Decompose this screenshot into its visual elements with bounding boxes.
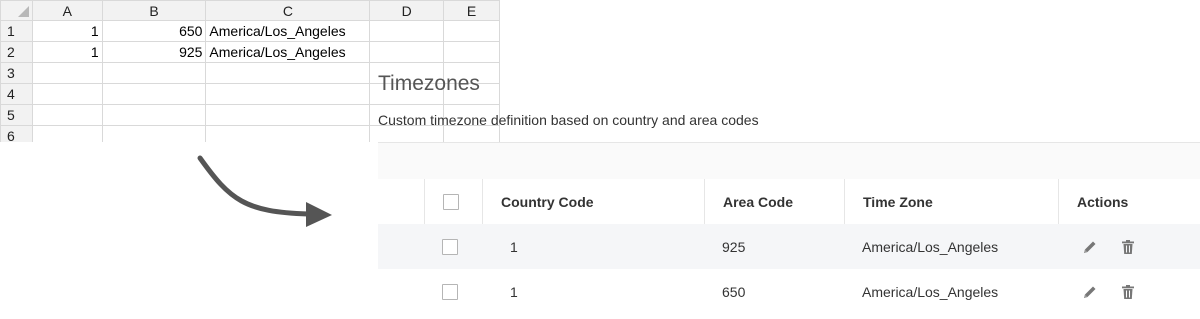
- area-code-cell: 650: [722, 283, 746, 300]
- column-header-b[interactable]: B: [101, 0, 207, 21]
- cell-d2[interactable]: [369, 41, 445, 63]
- row-header[interactable]: 6: [0, 125, 33, 142]
- cell-e1[interactable]: [443, 20, 500, 42]
- row-select-cell: [424, 269, 482, 314]
- cell-a1[interactable]: 1: [31, 20, 103, 42]
- cell-a3[interactable]: [31, 62, 103, 84]
- area-code-cell: 925: [722, 238, 746, 255]
- select-all-icon: [17, 6, 29, 17]
- row-checkbox[interactable]: [442, 283, 458, 300]
- cell-b3[interactable]: [101, 62, 207, 84]
- column-header-row: A B C D E: [0, 0, 500, 21]
- cell-a4[interactable]: [31, 83, 103, 105]
- column-header-country-code[interactable]: Country Code: [482, 179, 704, 224]
- country-code-cell: 1: [510, 238, 518, 255]
- time-zone-cell: America/Los_Angeles: [862, 238, 999, 255]
- cell-a5[interactable]: [31, 104, 103, 126]
- sheet-row: 1 1 650 America/Los_Angeles: [0, 20, 500, 42]
- cell-c6[interactable]: [205, 125, 371, 142]
- cell-b5[interactable]: [101, 104, 207, 126]
- pencil-icon[interactable]: [1082, 284, 1098, 300]
- select-all-checkbox[interactable]: [443, 193, 459, 210]
- cell-e2[interactable]: [443, 41, 500, 63]
- country-code-cell: 1: [510, 283, 518, 300]
- blank-cell: [378, 224, 424, 269]
- row-header[interactable]: 4: [0, 83, 33, 105]
- page-title: Timezones: [378, 72, 480, 95]
- cell-a6[interactable]: [31, 125, 103, 142]
- column-header-actions: Actions: [1058, 179, 1200, 224]
- blank-column-header: [378, 179, 424, 224]
- cell-b1[interactable]: 650: [101, 20, 207, 42]
- blank-cell: [378, 269, 424, 314]
- row-select-cell: [424, 224, 482, 269]
- cell-c3[interactable]: [205, 62, 371, 84]
- table-toolbar: [378, 142, 1200, 180]
- trash-icon[interactable]: [1120, 284, 1136, 300]
- row-header[interactable]: 3: [0, 62, 33, 84]
- row-header[interactable]: 1: [0, 20, 33, 42]
- page-subtitle: Custom timezone definition based on coun…: [378, 112, 759, 128]
- cell-b2[interactable]: 925: [101, 41, 207, 63]
- column-header-e[interactable]: E: [443, 0, 500, 21]
- row-header[interactable]: 5: [0, 104, 33, 126]
- cell-b6[interactable]: [101, 125, 207, 142]
- column-header-a[interactable]: A: [31, 0, 103, 21]
- select-all-cell: [424, 179, 482, 224]
- cell-a2[interactable]: 1: [31, 41, 103, 63]
- actions-cell: [1058, 269, 1200, 314]
- cell-c5[interactable]: [205, 104, 371, 126]
- actions-cell: [1058, 224, 1200, 269]
- sheet-row: 2 1 925 America/Los_Angeles: [0, 41, 500, 63]
- timezones-table: Country Code Area Code Time Zone Actions…: [378, 179, 1200, 314]
- column-header-c[interactable]: C: [205, 0, 371, 21]
- table-row: 1 925 America/Los_Angeles: [378, 224, 1200, 269]
- cell-c4[interactable]: [205, 83, 371, 105]
- column-header-d[interactable]: D: [369, 0, 445, 21]
- trash-icon[interactable]: [1120, 239, 1136, 255]
- row-header[interactable]: 2: [0, 41, 33, 63]
- cell-c1[interactable]: America/Los_Angeles: [205, 20, 371, 42]
- table-header-row: Country Code Area Code Time Zone Actions: [378, 179, 1200, 224]
- cell-d1[interactable]: [369, 20, 445, 42]
- column-header-area-code[interactable]: Area Code: [704, 179, 844, 224]
- time-zone-cell: America/Los_Angeles: [862, 283, 999, 300]
- table-row: 1 650 America/Los_Angeles: [378, 269, 1200, 314]
- cell-b4[interactable]: [101, 83, 207, 105]
- select-all-corner[interactable]: [0, 0, 33, 21]
- row-checkbox[interactable]: [442, 238, 458, 255]
- curved-arrow-icon: [197, 155, 332, 227]
- column-header-time-zone[interactable]: Time Zone: [844, 179, 1058, 224]
- pencil-icon[interactable]: [1082, 239, 1098, 255]
- cell-c2[interactable]: America/Los_Angeles: [205, 41, 371, 63]
